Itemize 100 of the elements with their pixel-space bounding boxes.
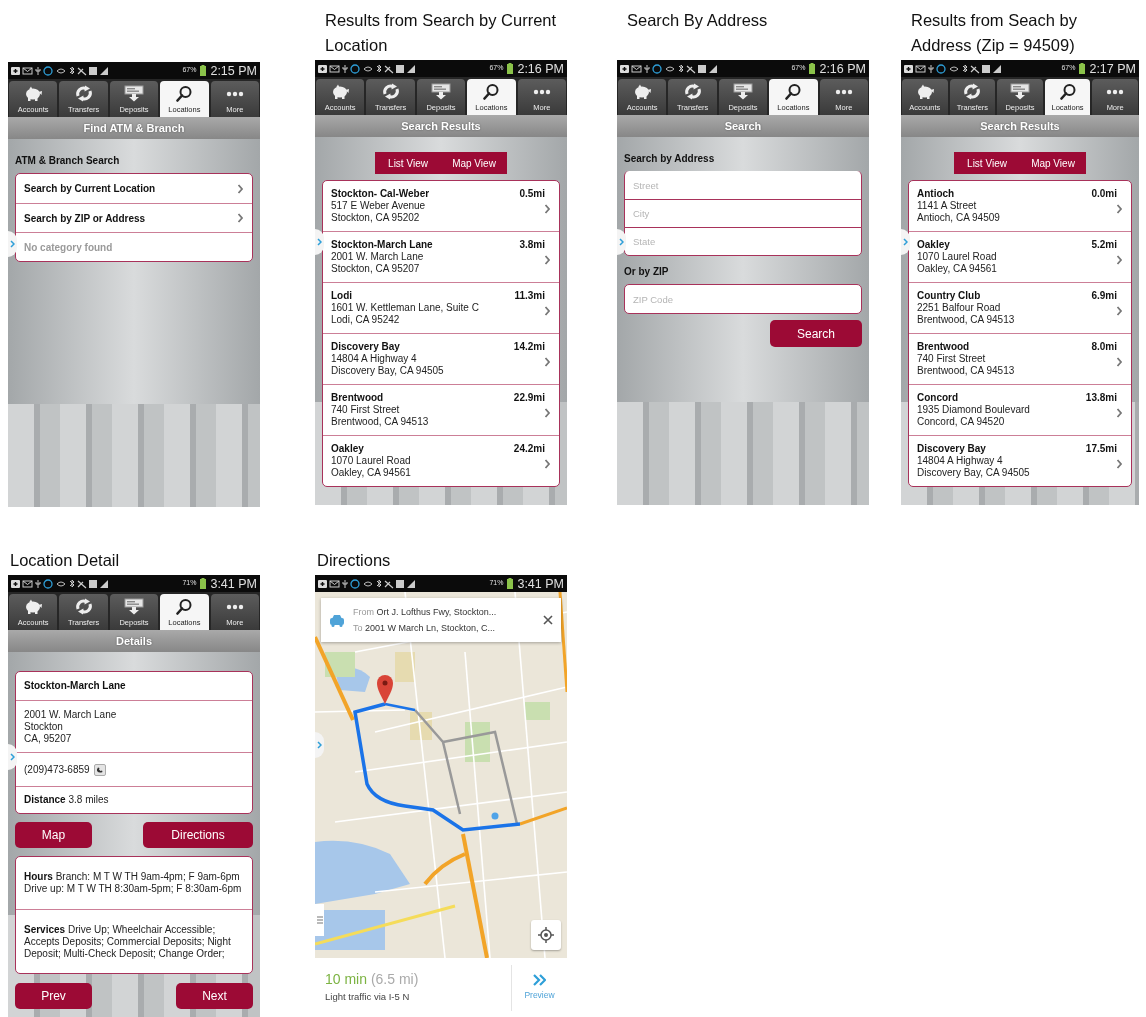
chevron-right-icon (1116, 204, 1123, 214)
origin-text: From Ort J. Lofthus Fwy, Stockton... (353, 606, 497, 619)
input-field[interactable]: Street (624, 171, 862, 200)
view-toggle-button[interactable]: List View (375, 152, 441, 174)
section-heading: Search by Address (624, 152, 716, 166)
distance-text: 17.5mi (1085, 443, 1117, 455)
battery-icon (1078, 63, 1087, 74)
drawer-handle[interactable] (8, 744, 17, 770)
view-toggle-button[interactable]: List View (954, 152, 1020, 174)
phone-number: (209)473-6859 (24, 763, 90, 776)
pager-button[interactable]: Prev (15, 983, 92, 1009)
input-field[interactable]: City (624, 199, 862, 228)
address-line: Brentwood, CA 94513 (917, 365, 1015, 377)
my-location-button[interactable] (531, 920, 561, 950)
screen-caption: Directions (316, 550, 392, 571)
location-name: Concord (917, 392, 960, 404)
action-button[interactable]: Map (15, 822, 92, 848)
result-row[interactable]: Stockton- Cal-Weber 517 E Weber Avenue Stockton, CA 95202 0.5mi (323, 181, 559, 231)
distance-text: 13.8mi (1085, 392, 1117, 404)
view-toggle-button[interactable]: Map View (441, 152, 507, 174)
drawer-handle[interactable] (8, 231, 17, 257)
result-row[interactable]: Discovery Bay 14804 A Highway 4 Discovery Bay, CA 94505 17.5mi (909, 435, 1131, 486)
input-field[interactable]: State (624, 227, 862, 256)
menu-item[interactable]: Search by ZIP or Address (16, 203, 252, 232)
battery-icon (199, 65, 208, 76)
chevron-right-icon (10, 240, 15, 248)
address-line: 517 E Weber Avenue (331, 200, 427, 212)
location-name: Antioch (917, 188, 956, 200)
address-line: 740 First Street (331, 404, 401, 416)
chevron-right-icon (544, 255, 551, 265)
check-deposit-icon (124, 598, 144, 615)
battery-icon (506, 578, 515, 589)
refresh-arrows-icon (73, 598, 94, 615)
distance-text: 22.9mi (513, 392, 545, 404)
chevron-right-icon (10, 753, 15, 761)
trip-summary: 10 min (6.5 mi) (325, 970, 419, 989)
piggy-bank-icon (23, 598, 44, 615)
result-row[interactable]: Stockton-March Lane 2001 W. March Lane Stockton, CA 95207 3.8mi (323, 231, 559, 282)
address-line: 2251 Balfour Road (917, 302, 1002, 314)
phone-icon[interactable] (93, 763, 106, 776)
result-row[interactable]: Oakley 1070 Laurel Road Oakley, CA 94561 24.2mi (323, 435, 559, 486)
notification-icons-drawing (620, 63, 662, 74)
clock-time: 2:16 PM (517, 60, 564, 77)
system-icons-drawing (56, 65, 109, 76)
refresh-arrows-icon (380, 83, 401, 100)
zip-code-field[interactable]: ZIP Code (624, 284, 862, 314)
menu-icon (316, 916, 323, 924)
result-row[interactable]: Concord 1935 Diamond Boulevard Concord, CA 94520 13.8mi (909, 384, 1131, 435)
result-row[interactable]: Antioch 1141 A Street Antioch, CA 94509 0.0mi (909, 181, 1131, 231)
refresh-arrows-icon (962, 83, 983, 100)
address-line: Oakley, CA 94561 (917, 263, 997, 275)
address-line: Discovery Bay, CA 94505 (917, 467, 1030, 479)
chevron-right-icon (317, 741, 322, 749)
distance-text: Distance 3.8 miles (24, 794, 109, 806)
address-line: 1935 Diamond Boulevard (917, 404, 1030, 416)
location-name: Country Club (917, 290, 982, 302)
chevron-right-icon (237, 213, 244, 223)
services-text: Services Drive Up; Wheelchair Accessible; Accepts Deposits; Commercial Deposits; Night Deposit; Multi-Check Deposit; Change Order; (24, 923, 232, 960)
menu-item-label: Search by Current Location (24, 182, 156, 196)
result-row[interactable]: Lodi 1601 W. Kettleman Lane, Suite C Lodi, CA 95242 11.3mi (323, 282, 559, 333)
address-line: Discovery Bay, CA 94505 (331, 365, 444, 377)
result-row[interactable]: Brentwood 740 First Street Brentwood, CA 94513 22.9mi (323, 384, 559, 435)
close-icon (543, 615, 553, 625)
chevron-right-icon (237, 183, 244, 194)
screen-caption: Search By Address (626, 10, 769, 31)
drawer-handle[interactable] (315, 732, 324, 758)
address-line: Brentwood, CA 94513 (331, 416, 429, 428)
search-button[interactable]: Search (770, 320, 862, 347)
view-toggle-button[interactable]: Map View (1020, 152, 1086, 174)
chevron-right-icon (544, 459, 551, 469)
address-line: Lodi, CA 95242 (331, 314, 401, 326)
result-row[interactable]: Discovery Bay 14804 A Highway 4 Discovery Bay, CA 94505 14.2mi (323, 333, 559, 384)
piggy-bank-icon (632, 83, 653, 100)
address-line: Stockton, CA 95207 (331, 263, 421, 275)
location-name: Lodi (331, 290, 354, 302)
drawer-handle[interactable] (315, 229, 324, 255)
notification-icons-drawing (11, 65, 53, 76)
action-button[interactable]: Directions (143, 822, 253, 848)
section-heading: Or by ZIP (624, 265, 670, 279)
notification-icons-drawing (904, 63, 946, 74)
clock-time: 3:41 PM (517, 575, 564, 592)
menu-item[interactable]: Search by Current Location (16, 174, 252, 203)
result-row[interactable]: Oakley 1070 Laurel Road Oakley, CA 94561 5.2mi (909, 231, 1131, 282)
refresh-arrows-icon (73, 85, 94, 102)
section-heading: ATM & Branch Search (15, 154, 121, 168)
result-row[interactable]: Country Club 2251 Balfour Road Brentwood, CA 94513 6.9mi (909, 282, 1131, 333)
pager-button[interactable]: Next (176, 983, 253, 1009)
distance-text: 0.5mi (519, 188, 545, 200)
address-line: CA, 95207 (24, 732, 72, 745)
result-row[interactable]: Brentwood 740 First Street Brentwood, CA 94513 8.0mi (909, 333, 1131, 384)
drawer-handle[interactable] (901, 229, 910, 255)
address-line: Stockton, CA 95202 (331, 212, 421, 224)
location-name: Oakley (917, 239, 951, 251)
clock-time: 2:15 PM (210, 62, 257, 79)
screen-caption: Location Detail (9, 550, 121, 571)
location-name: Discovery Bay (917, 443, 987, 455)
distance-text: 8.0mi (1091, 341, 1117, 353)
address-line: 1141 A Street (917, 200, 978, 212)
screen-caption: Results from Search by Current Location (324, 10, 558, 56)
close-button[interactable] (543, 615, 553, 625)
